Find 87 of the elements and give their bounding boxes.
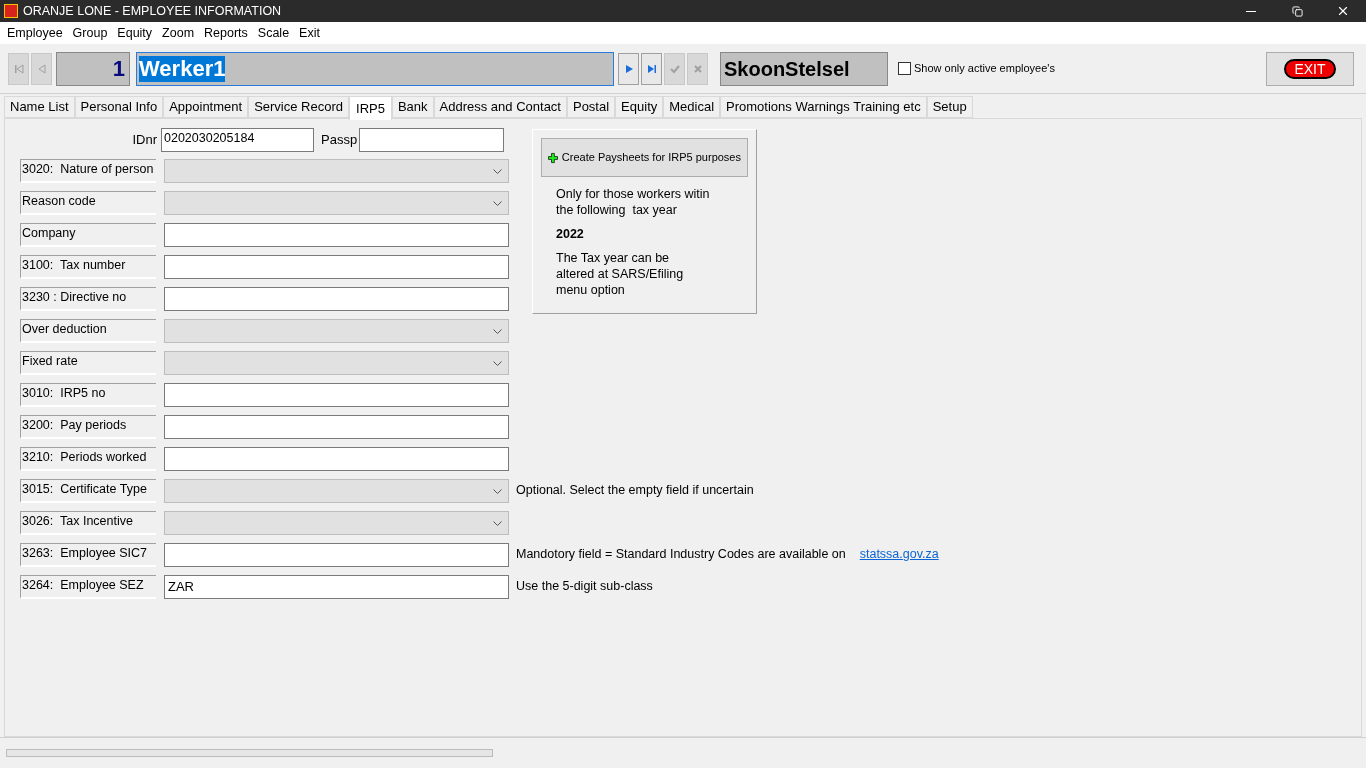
field-label: 3210: Periods worked [20, 447, 156, 471]
field-label: 3230 : Directive no [20, 287, 156, 311]
id-number-field[interactable]: 0202030205184 [161, 128, 314, 152]
field-label: 3020: Nature of person [20, 159, 156, 183]
dropdown-field[interactable] [164, 191, 509, 215]
nav-button[interactable] [618, 52, 639, 85]
tax-year-hint: The Tax year can be altered at SARS/Efiling menu option [556, 250, 685, 298]
chevron-down-icon [493, 200, 502, 206]
field-label: 3263: Employee SIC7 [20, 543, 156, 567]
app-logo-icon [4, 4, 18, 18]
dropdown-field[interactable] [164, 351, 509, 375]
tab[interactable]: Appointment [163, 96, 249, 118]
input-field[interactable] [164, 543, 509, 567]
input-field[interactable]: ZAR [164, 575, 509, 599]
nav-button[interactable] [641, 52, 662, 85]
chevron-down-icon [493, 168, 502, 174]
tab[interactable]: Bank [391, 96, 434, 118]
chevron-down-icon [493, 520, 502, 526]
company-name: SkoonStelsel [720, 51, 888, 86]
prev-icon [36, 63, 47, 74]
employee-name: Werker1 [139, 55, 226, 82]
tab[interactable]: Postal [566, 96, 616, 118]
tab[interactable]: Setup [926, 96, 973, 118]
employee-name-field[interactable]: Werker1 [136, 51, 614, 86]
field-label: Fixed rate [20, 351, 156, 375]
tab[interactable]: Equity [615, 96, 664, 118]
last-icon [646, 63, 657, 74]
active-only-label: Show only active employee's [914, 61, 1055, 77]
tab[interactable]: Name List [4, 96, 75, 118]
menu-item[interactable]: Exit [294, 23, 325, 43]
field-label: 3264: Employee SEZ [20, 575, 156, 599]
window-title: ORANJE LONE - EMPLOYEE INFORMATION [23, 2, 282, 20]
exit-button[interactable]: EXIT [1266, 51, 1354, 86]
input-field[interactable] [164, 415, 509, 439]
tax-year-note: Only for those workers witin the following tax year [556, 186, 711, 218]
chevron-down-icon [493, 328, 502, 334]
input-field[interactable] [164, 287, 509, 311]
create-paysheets-button[interactable]: Create Paysheets for IRP5 purposes [541, 138, 748, 177]
field-label: 3100: Tax number [20, 255, 156, 279]
chevron-down-icon [493, 488, 502, 494]
field-label: 3015: Certificate Type [20, 479, 156, 503]
next-icon [623, 63, 634, 74]
minimize-icon [1246, 10, 1256, 12]
exit-label: EXIT [1284, 58, 1336, 79]
confirm-icon [669, 63, 680, 74]
menu-item[interactable]: Equity [112, 23, 158, 43]
field-label: 3010: IRP5 no [20, 383, 156, 407]
menu-item[interactable]: Scale [252, 23, 295, 43]
cancel-icon [692, 63, 703, 74]
first-icon [13, 63, 24, 74]
field-label: Reason code [20, 191, 156, 215]
field-label: 3026: Tax Incentive [20, 511, 156, 535]
dropdown-field[interactable] [164, 319, 509, 343]
tab[interactable]: Address and Contact [433, 96, 567, 118]
passport-label: Passp [321, 131, 359, 150]
dropdown-field[interactable] [164, 479, 509, 503]
tab[interactable]: Promotions Warnings Training etc [720, 96, 927, 118]
close-icon [1336, 4, 1350, 18]
input-field[interactable] [164, 223, 509, 247]
field-note: Optional. Select the empty field if uncertain [516, 482, 754, 499]
plus-icon [548, 150, 558, 165]
tax-year: 2022 [556, 226, 585, 242]
restore-icon [1291, 5, 1303, 17]
dropdown-field[interactable] [164, 511, 509, 535]
input-field[interactable] [164, 383, 509, 407]
statssa-link[interactable]: statssa.gov.za [859, 545, 939, 564]
field-label: 3200: Pay periods [20, 415, 156, 439]
menu-item[interactable]: Employee [2, 23, 68, 43]
field-label: Company [20, 223, 156, 247]
employee-number: 1 [56, 51, 130, 86]
input-field[interactable] [164, 447, 509, 471]
field-note: Use the 5-digit sub-class [516, 578, 653, 595]
menu-item[interactable]: Reports [199, 23, 253, 43]
field-label: Over deduction [20, 319, 156, 343]
tab[interactable]: Service Record [248, 96, 349, 118]
input-field[interactable] [164, 255, 509, 279]
dropdown-field[interactable] [164, 159, 509, 183]
field-note: Mandotory field = Standard Industry Codes are available on [516, 546, 846, 563]
tab[interactable]: IRP5 [349, 96, 392, 120]
passport-field[interactable] [359, 128, 505, 152]
menu-item[interactable]: Zoom [157, 23, 200, 43]
tab[interactable]: Medical [663, 96, 721, 118]
tab[interactable]: Personal Info [74, 96, 164, 118]
chevron-down-icon [493, 360, 502, 366]
menu-item[interactable]: Group [67, 23, 113, 43]
active-only-checkbox[interactable] [898, 62, 911, 75]
id-label: IDnr [131, 131, 158, 150]
